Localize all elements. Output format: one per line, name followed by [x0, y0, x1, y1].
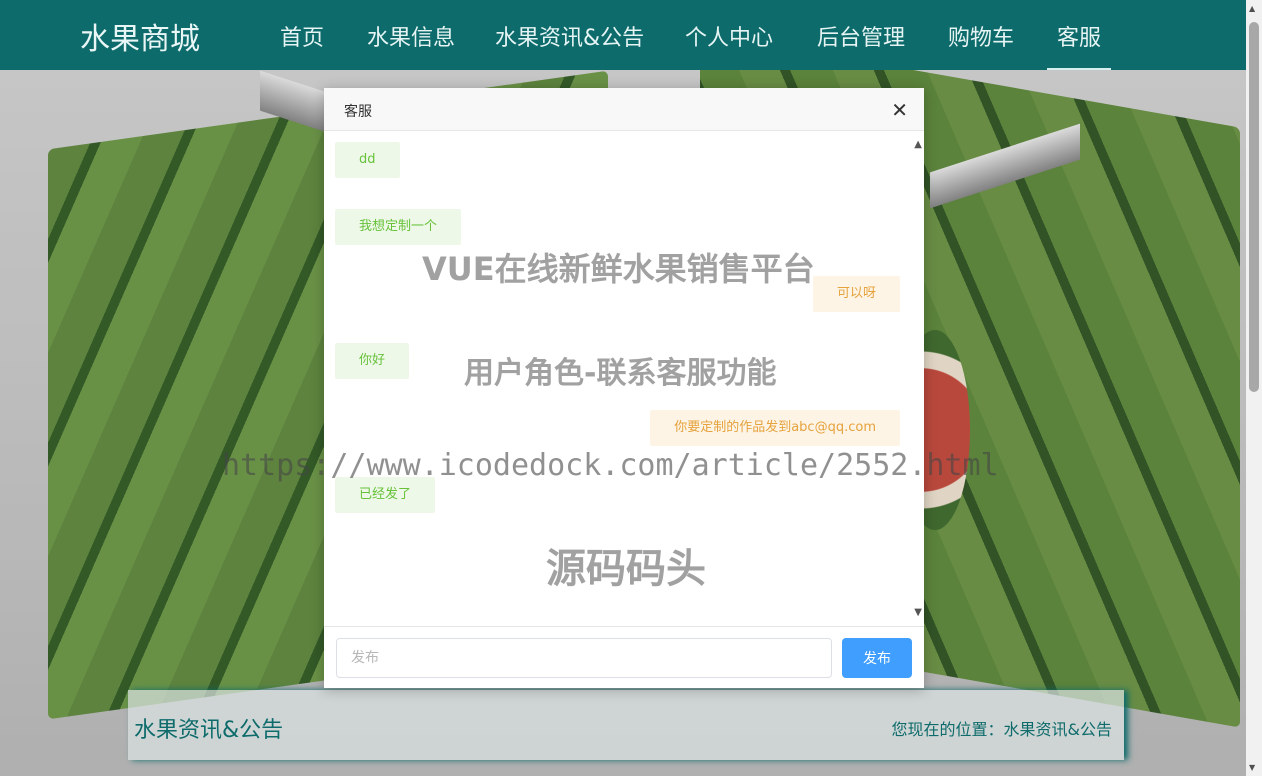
watermark-url: https://www.icodedock.com/article/2552.h…	[222, 448, 999, 483]
breadcrumb: 水果资讯&公告 您现在的位置：水果资讯&公告	[128, 690, 1124, 760]
nav-item-service[interactable]: 客服	[1047, 20, 1111, 70]
nav-item-admin[interactable]: 后台管理	[817, 20, 905, 70]
chat-scroll-down-icon[interactable]: ▼	[914, 607, 922, 618]
watermark-subtitle: 用户角色-联系客服功能	[464, 356, 777, 391]
scroll-up-icon[interactable]: ▲	[1249, 4, 1255, 13]
dialog-header: 客服 ✕	[324, 88, 924, 131]
message-composer: 发布	[324, 628, 924, 688]
scrollbar-thumb[interactable]	[1249, 22, 1259, 392]
section-title: 水果资讯&公告	[134, 718, 284, 743]
nav-item-profile[interactable]: 个人中心	[685, 20, 773, 70]
watermark-title: VUE在线新鲜水果销售平台	[422, 250, 815, 288]
chat-message-staff: 你要定制的作品发到abc@qq.com	[650, 410, 900, 446]
chat-message-user: 我想定制一个	[335, 209, 462, 245]
close-icon[interactable]: ✕	[891, 98, 908, 122]
chat-message-staff: 可以呀	[812, 276, 900, 312]
message-input[interactable]	[336, 638, 832, 678]
page-scrollbar[interactable]: ▲ ▼	[1246, 0, 1262, 776]
nav-item-home[interactable]: 首页	[280, 20, 324, 70]
top-navbar: 水果商城 首页 水果信息 水果资讯&公告 个人中心 后台管理 购物车 客服	[0, 0, 1246, 70]
breadcrumb-location: 您现在的位置：水果资讯&公告	[891, 720, 1112, 739]
watermark-brand: 源码码头	[546, 546, 706, 592]
nav-item-news[interactable]: 水果资讯&公告	[495, 20, 644, 70]
scroll-down-icon[interactable]: ▼	[1249, 763, 1255, 772]
chat-message-user: 你好	[335, 343, 410, 379]
chat-scroll-up-icon[interactable]: ▲	[914, 139, 922, 150]
nav-item-fruit-info[interactable]: 水果信息	[367, 20, 455, 70]
dialog-title: 客服	[344, 104, 372, 120]
brand-logo[interactable]: 水果商城	[80, 14, 200, 58]
send-button[interactable]: 发布	[842, 638, 912, 678]
chat-message-user: dd	[335, 142, 400, 178]
nav-item-cart[interactable]: 购物车	[948, 20, 1014, 70]
